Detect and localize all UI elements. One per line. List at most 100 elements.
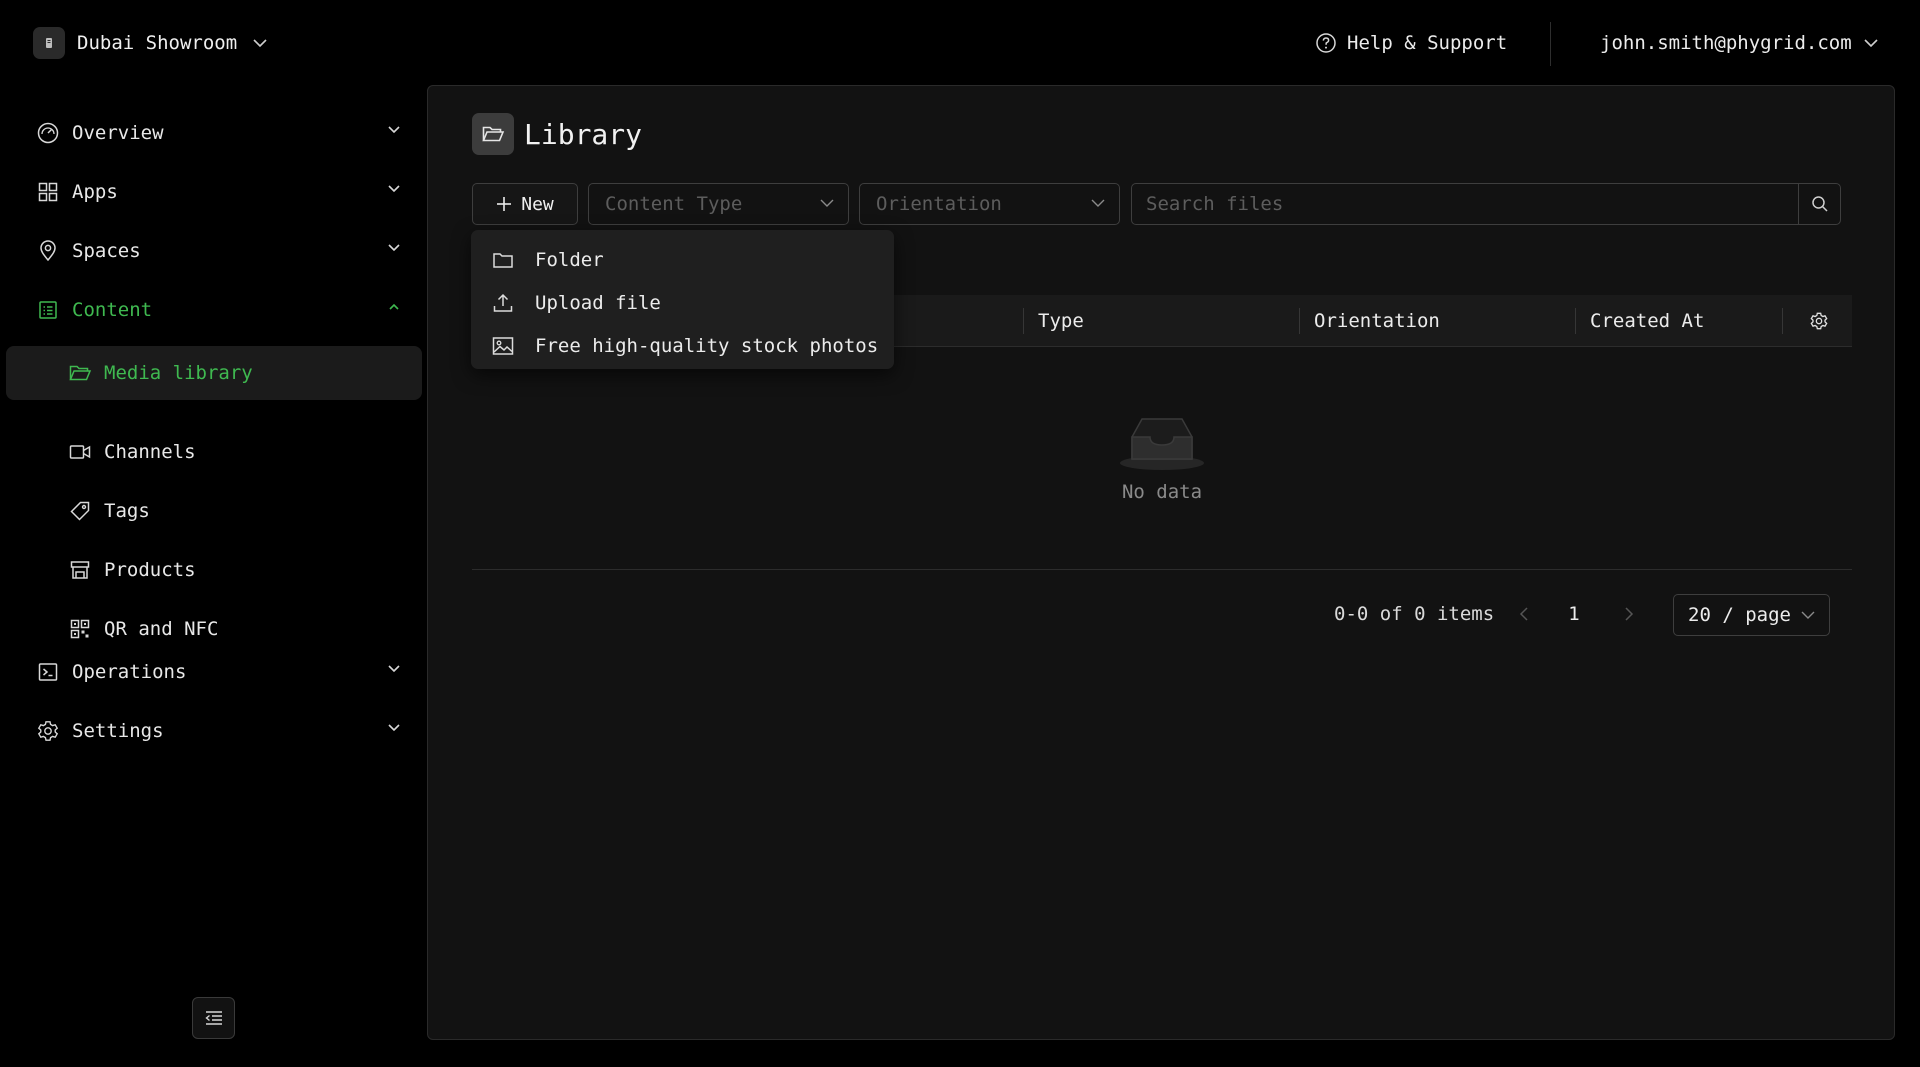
help-support-link[interactable]: Help & Support bbox=[1315, 28, 1507, 58]
sidebar-item-label: Tags bbox=[104, 500, 150, 522]
menu-item-stock-photos[interactable]: Free high-quality stock photos bbox=[471, 324, 894, 367]
account-email: john.smith@phygrid.com bbox=[1600, 32, 1852, 54]
terminal-icon bbox=[36, 660, 60, 684]
search-button[interactable] bbox=[1798, 184, 1840, 224]
sidebar-item-operations[interactable]: Operations bbox=[36, 652, 401, 692]
sidebar-item-products[interactable]: Products bbox=[68, 550, 408, 590]
column-header-orientation[interactable]: Orientation bbox=[1314, 295, 1440, 347]
column-header-type[interactable]: Type bbox=[1038, 295, 1084, 347]
chevron-down-icon bbox=[1801, 610, 1815, 620]
sidebar-item-content[interactable]: Content bbox=[36, 290, 401, 330]
empty-text: No data bbox=[1121, 481, 1203, 503]
sidebar-item-tags[interactable]: Tags bbox=[68, 491, 408, 531]
chevron-down-icon bbox=[253, 38, 267, 48]
content-list-icon bbox=[36, 298, 60, 322]
column-header-created-at[interactable]: Created At bbox=[1590, 295, 1704, 347]
sidebar-item-label: Media library bbox=[104, 362, 253, 384]
workspace-switcher[interactable]: Dubai Showroom bbox=[33, 26, 267, 60]
toolbar: New Content Type Orientation bbox=[472, 183, 1872, 225]
gear-icon bbox=[1809, 311, 1829, 331]
sidebar-item-settings[interactable]: Settings bbox=[36, 711, 401, 751]
chevron-down-icon bbox=[387, 664, 401, 674]
gear-icon bbox=[36, 719, 60, 743]
empty-inbox-icon bbox=[1118, 415, 1206, 471]
sidebar-item-overview[interactable]: Overview bbox=[36, 113, 401, 153]
menu-item-upload-file[interactable]: Upload file bbox=[471, 281, 894, 324]
workspace-logo-icon bbox=[33, 27, 65, 59]
chevron-down-icon bbox=[820, 198, 834, 208]
video-camera-icon bbox=[68, 440, 92, 464]
sidebar-item-label: Overview bbox=[72, 122, 164, 144]
content-type-select[interactable]: Content Type bbox=[588, 183, 849, 225]
menu-item-label: Upload file bbox=[535, 291, 661, 314]
image-icon bbox=[491, 334, 515, 358]
new-button[interactable]: New bbox=[472, 183, 578, 225]
chevron-up-icon bbox=[387, 302, 401, 312]
chevron-right-icon bbox=[1624, 607, 1634, 621]
page-title: Library bbox=[524, 117, 643, 151]
page-header: Library bbox=[472, 113, 642, 155]
divider bbox=[1550, 22, 1551, 66]
top-bar: Dubai Showroom Help & Support john.smith… bbox=[0, 0, 1920, 86]
sidebar-item-media-library[interactable]: Media library bbox=[6, 346, 422, 400]
chevron-down-icon bbox=[1864, 38, 1878, 48]
prev-page-button[interactable] bbox=[1508, 592, 1540, 636]
sidebar-item-qr-nfc[interactable]: QR and NFC bbox=[68, 609, 408, 649]
sidebar-item-label: Settings bbox=[72, 720, 164, 742]
sidebar-item-label: Operations bbox=[72, 661, 187, 683]
search-icon bbox=[1811, 195, 1829, 213]
account-menu[interactable]: john.smith@phygrid.com bbox=[1600, 28, 1878, 58]
column-separator bbox=[1575, 308, 1576, 334]
new-dropdown-menu: Folder Upload file Free high-quality sto… bbox=[471, 230, 894, 369]
menu-item-label: Folder bbox=[535, 248, 604, 271]
tag-icon bbox=[68, 499, 92, 523]
plus-icon bbox=[496, 196, 512, 212]
search-input[interactable] bbox=[1132, 184, 1798, 224]
orientation-placeholder: Orientation bbox=[876, 193, 1002, 215]
chevron-down-icon bbox=[387, 243, 401, 253]
page-number[interactable]: 1 bbox=[1558, 592, 1590, 636]
sidebar-item-label: Channels bbox=[104, 441, 196, 463]
chevron-down-icon bbox=[387, 723, 401, 733]
next-page-button[interactable] bbox=[1613, 592, 1645, 636]
sidebar-item-spaces[interactable]: Spaces bbox=[36, 231, 401, 271]
sidebar-collapse-button[interactable] bbox=[192, 997, 235, 1039]
qr-code-icon bbox=[68, 617, 92, 641]
sidebar-item-label: Spaces bbox=[72, 240, 141, 262]
content-type-placeholder: Content Type bbox=[605, 193, 743, 215]
page-size-value: 20 / page bbox=[1688, 604, 1791, 626]
sidebar-item-label: QR and NFC bbox=[104, 618, 219, 640]
orientation-select[interactable]: Orientation bbox=[859, 183, 1120, 225]
empty-state: No data bbox=[472, 348, 1852, 570]
folder-icon bbox=[491, 248, 515, 272]
sidebar-item-channels[interactable]: Channels bbox=[68, 432, 408, 472]
dashboard-gauge-icon bbox=[36, 121, 60, 145]
divider bbox=[472, 569, 1852, 570]
column-settings-button[interactable] bbox=[1809, 295, 1829, 347]
chevron-left-icon bbox=[1519, 607, 1529, 621]
new-button-label: New bbox=[521, 193, 554, 215]
question-circle-icon bbox=[1315, 32, 1337, 54]
sidebar-item-apps[interactable]: Apps bbox=[36, 172, 401, 212]
workspace-name: Dubai Showroom bbox=[77, 32, 238, 54]
chevron-down-icon bbox=[387, 125, 401, 135]
location-pin-icon bbox=[36, 239, 60, 263]
pagination: 0-0 of 0 items 1 20 / page bbox=[428, 592, 1894, 636]
help-support-label: Help & Support bbox=[1347, 32, 1508, 54]
store-icon bbox=[68, 558, 92, 582]
folder-open-icon bbox=[472, 113, 514, 155]
menu-item-folder[interactable]: Folder bbox=[471, 238, 894, 281]
main-panel: Library New Content Type Orientation Sea… bbox=[427, 85, 1895, 1040]
upload-icon bbox=[491, 291, 515, 315]
menu-item-label: Free high-quality stock photos bbox=[535, 334, 879, 357]
column-separator bbox=[1023, 308, 1024, 334]
sidebar-item-label: Content bbox=[72, 299, 153, 321]
search-box bbox=[1131, 183, 1841, 225]
page-size-select[interactable]: 20 / page bbox=[1673, 594, 1830, 636]
pagination-total: 0-0 of 0 items bbox=[1334, 603, 1495, 625]
grid-icon bbox=[36, 180, 60, 204]
folder-open-icon bbox=[68, 361, 92, 385]
column-separator bbox=[1299, 308, 1300, 334]
sidebar-item-label: Products bbox=[104, 559, 196, 581]
sidebar-item-label: Apps bbox=[72, 181, 118, 203]
